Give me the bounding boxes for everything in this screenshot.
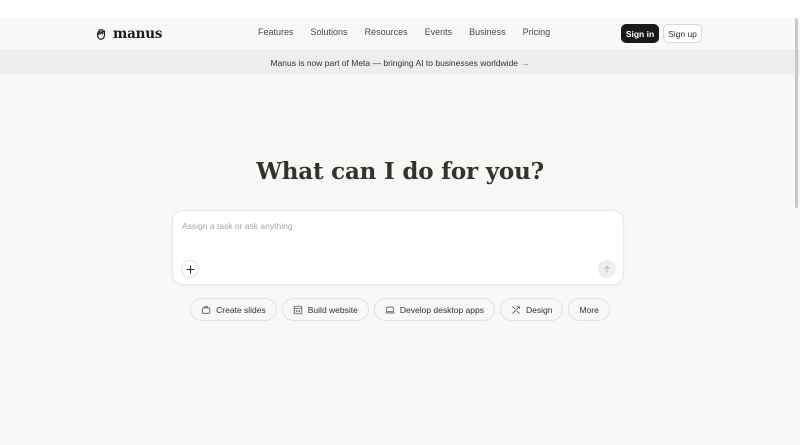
chip-label: Create slides xyxy=(216,304,266,315)
task-composer xyxy=(172,210,624,285)
nav-business[interactable]: Business xyxy=(469,27,506,37)
top-gap xyxy=(0,0,800,18)
chip-create-slides[interactable]: Create slides xyxy=(190,298,277,321)
sign-in-button[interactable]: Sign in xyxy=(621,24,659,43)
chip-label: More xyxy=(579,304,599,315)
page: manus Features Solutions Resources Event… xyxy=(0,0,800,445)
sign-up-button[interactable]: Sign up xyxy=(663,24,702,43)
design-icon xyxy=(512,305,520,314)
chip-design[interactable]: Design xyxy=(499,298,564,321)
brand-name: manus xyxy=(113,26,163,42)
announcement-banner[interactable]: Manus is now part of Meta — bringing AI … xyxy=(0,50,800,75)
chip-develop-desktop-apps[interactable]: Develop desktop apps xyxy=(373,298,495,321)
nav-events[interactable]: Events xyxy=(425,27,453,37)
laptop-icon xyxy=(385,306,395,313)
arrow-right-icon: → xyxy=(521,58,530,68)
chip-more[interactable]: More xyxy=(568,298,610,321)
slides-icon xyxy=(201,305,211,314)
logo[interactable]: manus xyxy=(94,25,162,43)
chip-label: Design xyxy=(525,304,553,315)
chip-label: Build website xyxy=(307,304,358,315)
banner-text: Manus is now part of Meta — bringing AI … xyxy=(270,58,519,68)
arrow-up-icon xyxy=(604,265,610,273)
add-attachment-button[interactable] xyxy=(181,260,199,278)
nav-pricing[interactable]: Pricing xyxy=(523,27,551,37)
site-header: manus Features Solutions Resources Event… xyxy=(0,18,800,50)
manus-hand-icon xyxy=(96,28,106,40)
nav-resources[interactable]: Resources xyxy=(365,27,408,37)
hero-heading: What can I do for you? xyxy=(256,158,544,185)
quick-actions: Create slides Build website Develop desk… xyxy=(0,298,800,321)
plus-icon xyxy=(185,264,195,274)
task-input[interactable] xyxy=(182,219,602,233)
chip-build-website[interactable]: Build website xyxy=(281,298,369,321)
chip-label: Develop desktop apps xyxy=(399,304,484,315)
website-icon xyxy=(293,305,302,314)
nav-features[interactable]: Features xyxy=(258,27,294,37)
nav-solutions[interactable]: Solutions xyxy=(311,27,348,37)
main-nav: Features Solutions Resources Events Busi… xyxy=(258,27,567,37)
send-button[interactable] xyxy=(598,260,616,278)
